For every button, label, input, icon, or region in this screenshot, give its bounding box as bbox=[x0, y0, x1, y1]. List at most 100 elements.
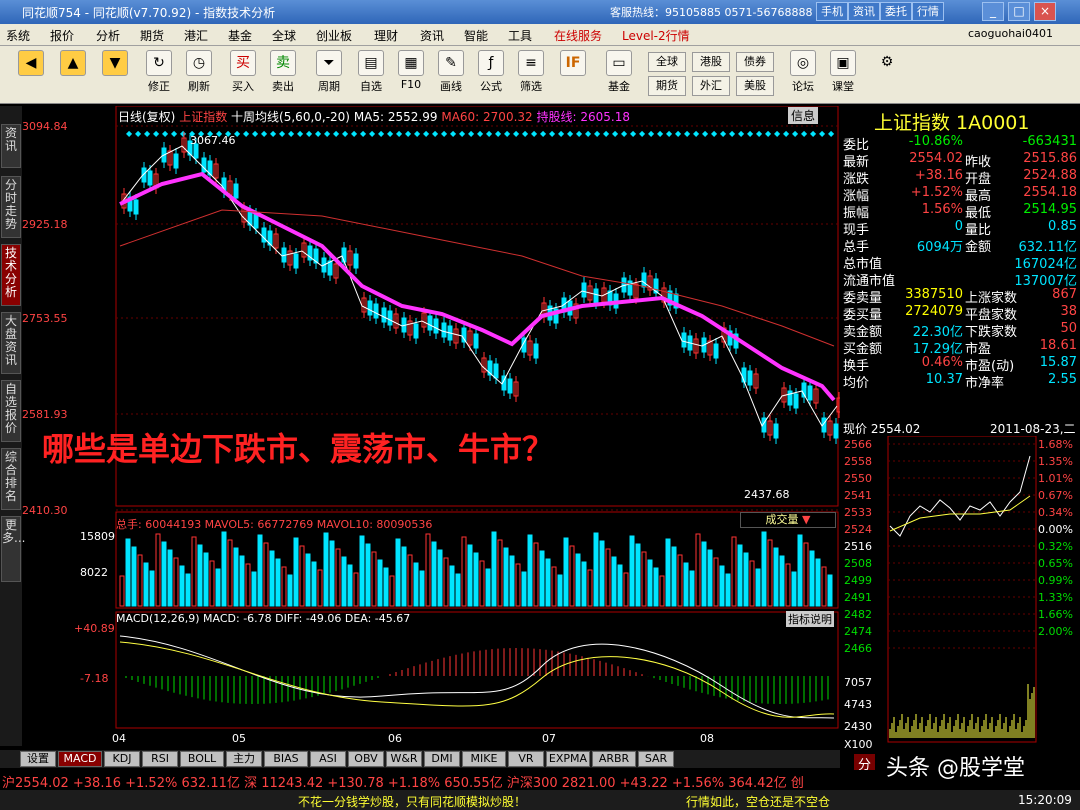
minimize-icon[interactable]: _ bbox=[982, 2, 1004, 21]
menu-analysis[interactable]: 分析 bbox=[96, 27, 120, 44]
sell-button[interactable]: 卖卖出 bbox=[266, 50, 300, 94]
buy-button[interactable]: 买买入 bbox=[226, 50, 260, 94]
mini-right-axis: 1.66% bbox=[1038, 608, 1073, 621]
indicator-tab[interactable]: BIAS bbox=[264, 751, 308, 767]
bond-small-button[interactable]: 债券 bbox=[736, 52, 774, 72]
filter-button[interactable]: ≡ 筛选 bbox=[514, 50, 548, 94]
mini-right-axis: 0.32% bbox=[1038, 540, 1073, 553]
sidebar-tab-technical[interactable]: 技术分析 bbox=[1, 244, 21, 306]
sidebar-tab-watchlist[interactable]: 自选报价 bbox=[1, 380, 21, 442]
period-button[interactable]: ⏷ 周期 bbox=[312, 50, 346, 94]
adjust-button[interactable]: ↻ 修正 bbox=[142, 50, 176, 94]
quote-button[interactable]: 行情 bbox=[912, 2, 944, 21]
class-button[interactable]: ▣ 课堂 bbox=[826, 50, 860, 94]
signal-marker: ◆ bbox=[630, 129, 637, 138]
watchlist-button[interactable]: ▤ 自选 bbox=[354, 50, 388, 94]
volume-bar bbox=[131, 546, 137, 607]
close-icon[interactable]: × bbox=[1034, 2, 1056, 21]
us-small-button[interactable]: 美股 bbox=[736, 76, 774, 96]
indicator-tab[interactable]: SAR bbox=[638, 751, 674, 767]
indicator-tab[interactable]: EXPMA bbox=[546, 751, 590, 767]
menu-quote[interactable]: 报价 bbox=[50, 27, 74, 44]
volume-bar bbox=[383, 567, 389, 607]
volume-indicator-select[interactable]: 成交量 ▼ bbox=[740, 512, 836, 528]
volume-bar bbox=[611, 556, 617, 607]
info-button[interactable]: 信息 bbox=[788, 107, 819, 124]
xaxis-label-08: 08 bbox=[700, 732, 714, 745]
sidebar-tab-ranking[interactable]: 综合排名 bbox=[1, 448, 21, 510]
menu-smart[interactable]: 智能 bbox=[464, 27, 488, 44]
menu-futures[interactable]: 期货 bbox=[140, 27, 164, 44]
candle-body bbox=[387, 310, 393, 326]
volume-bar bbox=[407, 554, 413, 607]
futures-small-button[interactable]: 期货 bbox=[648, 76, 686, 96]
back-button[interactable]: ◀ bbox=[14, 50, 48, 78]
down-button[interactable]: ▼ bbox=[98, 50, 132, 78]
hk-small-button[interactable]: 港股 bbox=[692, 52, 730, 72]
draw-line-button[interactable]: ✎ 画线 bbox=[434, 50, 468, 94]
forum-button[interactable]: ◎ 论坛 bbox=[786, 50, 820, 94]
mobile-button[interactable]: 手机 bbox=[816, 2, 848, 21]
menu-info[interactable]: 资讯 bbox=[420, 27, 444, 44]
indicator-tab[interactable]: W&R bbox=[386, 751, 422, 767]
volume-bar bbox=[557, 574, 563, 607]
signal-marker: ◆ bbox=[756, 129, 763, 138]
candle-body bbox=[473, 333, 479, 349]
menu-system[interactable]: 系统 bbox=[6, 27, 30, 44]
menu-global[interactable]: 全球 bbox=[272, 27, 296, 44]
menu-online-service[interactable]: 在线服务 bbox=[554, 27, 602, 44]
formula-button[interactable]: ƒ 公式 bbox=[474, 50, 508, 94]
menu-level2[interactable]: Level-2行情 bbox=[622, 27, 690, 44]
sidebar-tab-more[interactable]: 更多... bbox=[1, 516, 25, 582]
volume-bar bbox=[665, 538, 671, 607]
trade-button[interactable]: 委托 bbox=[880, 2, 912, 21]
sidebar-tab-market-news[interactable]: 大盘资讯 bbox=[1, 312, 21, 374]
menu-hk[interactable]: 港汇 bbox=[184, 27, 208, 44]
sidebar-tab-timeshare[interactable]: 分时走势 bbox=[1, 176, 21, 238]
volume-bar bbox=[761, 531, 767, 607]
signal-marker: ◆ bbox=[738, 129, 745, 138]
indicator-tab[interactable]: MIKE bbox=[462, 751, 506, 767]
volume-bar bbox=[173, 557, 179, 607]
if-button[interactable]: IF bbox=[556, 50, 590, 78]
refresh-button[interactable]: ◷ 刷新 bbox=[182, 50, 216, 94]
mini-right-axis: 2.00% bbox=[1038, 625, 1073, 638]
mini-timeshare-chart[interactable]: 2566 1.68% 2558 1.35% 2550 1.01% 2541 0.67% 2533… bbox=[840, 436, 1080, 752]
candle-body bbox=[581, 282, 587, 298]
indicator-tab[interactable]: 设置 bbox=[20, 751, 56, 767]
sidebar-tab-news[interactable]: 资讯 bbox=[1, 124, 21, 168]
news-button[interactable]: 资讯 bbox=[848, 2, 880, 21]
indicator-tab[interactable]: MACD bbox=[58, 751, 102, 767]
menu-finance[interactable]: 理财 bbox=[374, 27, 398, 44]
indicator-tab[interactable]: VR bbox=[508, 751, 544, 767]
menu-gem[interactable]: 创业板 bbox=[316, 27, 352, 44]
f10-button[interactable]: ▦ F10 bbox=[394, 50, 428, 91]
indicator-tab[interactable]: RSI bbox=[142, 751, 178, 767]
global-small-button[interactable]: 全球 bbox=[648, 52, 686, 72]
maximize-icon[interactable]: □ bbox=[1008, 2, 1030, 21]
indicator-tab[interactable]: BOLL bbox=[180, 751, 224, 767]
indicator-tab[interactable]: ARBR bbox=[592, 751, 636, 767]
signal-marker: ◆ bbox=[270, 129, 277, 138]
up-button[interactable]: ▲ bbox=[56, 50, 90, 78]
quote-row: 委比 -10.86% -663431 bbox=[843, 134, 1077, 153]
indicator-tab[interactable]: DMI bbox=[424, 751, 460, 767]
indicator-tab[interactable]: OBV bbox=[348, 751, 384, 767]
candle-body bbox=[593, 288, 599, 304]
indicator-info-button[interactable]: 指标说明 bbox=[786, 611, 834, 627]
volume-bar bbox=[827, 574, 833, 607]
fund-button[interactable]: ▭ 基金 bbox=[602, 50, 636, 94]
quote-value: 50 bbox=[1060, 321, 1077, 336]
chart-type-label[interactable]: 日线(复权) bbox=[118, 110, 175, 124]
signal-marker: ◆ bbox=[351, 129, 358, 138]
indicator-tab[interactable]: KDJ bbox=[104, 751, 140, 767]
ma10w-label: 十周均线(5,60,0,-20) bbox=[231, 110, 350, 124]
settings-button[interactable]: ⚙ bbox=[870, 50, 904, 78]
indicator-tab[interactable]: 主力 bbox=[226, 751, 262, 767]
menu-fund[interactable]: 基金 bbox=[228, 27, 252, 44]
quote-label: 均价 bbox=[843, 376, 870, 391]
menu-tools[interactable]: 工具 bbox=[508, 27, 532, 44]
hold-line-label: 持股线: 2605.18 bbox=[536, 110, 630, 124]
fx-small-button[interactable]: 外汇 bbox=[692, 76, 730, 96]
indicator-tab[interactable]: ASI bbox=[310, 751, 346, 767]
